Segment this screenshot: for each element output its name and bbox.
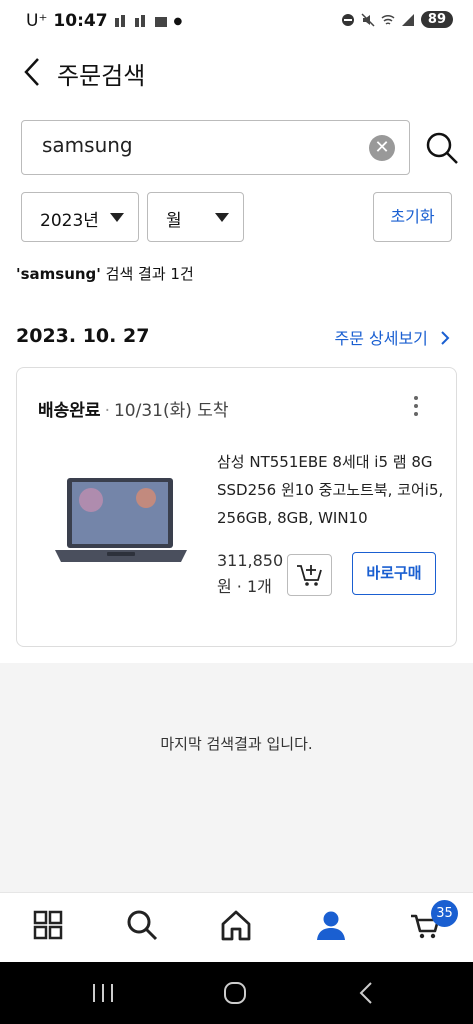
wifi-icon	[381, 14, 395, 25]
back-arrow-icon[interactable]	[18, 55, 48, 89]
cart-plus-icon	[297, 565, 322, 586]
search-keyword: 'samsung'	[16, 265, 101, 283]
chevron-right-icon	[441, 331, 450, 345]
caret-down-icon	[215, 213, 229, 222]
product-price: 311,850	[217, 551, 284, 570]
delivery-status: 배송완료	[38, 401, 101, 421]
bottom-navigation	[0, 892, 473, 962]
close-icon: ✕	[374, 137, 390, 158]
carrier-label: U⁺	[26, 11, 48, 31]
year-dropdown[interactable]: 2023년	[21, 192, 139, 242]
separator-dot: ·	[104, 401, 110, 421]
year-value: 2023년	[40, 211, 99, 231]
more-options-icon[interactable]	[408, 396, 424, 420]
order-card: 배송완료 · 10/31(화) 도착 삼성 NT551EBE 8세대 i5 램 8G…	[16, 367, 457, 647]
results-end-area: 마지막 검색결과 입니다.	[0, 663, 473, 893]
clock: 10:47	[53, 11, 108, 31]
reset-button[interactable]: 초기화	[373, 192, 452, 242]
search-field[interactable]: ✕	[21, 120, 410, 175]
dnd-icon	[341, 13, 354, 26]
notification-icon	[114, 15, 125, 27]
month-value: 월	[166, 211, 182, 231]
category-icon[interactable]	[32, 909, 64, 941]
mail-icon	[154, 17, 167, 27]
cart-count-badge: 35	[431, 900, 458, 927]
notification-icon	[134, 15, 145, 27]
mute-icon	[361, 12, 375, 27]
order-date: 2023. 10. 27	[16, 325, 150, 347]
search-icon[interactable]	[126, 909, 158, 941]
page-title: 주문검색	[57, 62, 146, 90]
delivery-status-line: 배송완료 · 10/31(화) 도착	[38, 396, 229, 421]
month-dropdown[interactable]: 월	[147, 192, 244, 242]
screen: U⁺ 10:47 ● 89 주문검색 ✕ 2023년	[0, 0, 473, 1024]
home-icon[interactable]	[220, 909, 252, 941]
back-button-icon[interactable]	[352, 978, 382, 1008]
caret-down-icon	[110, 213, 124, 222]
order-detail-label: 주문 상세보기	[334, 329, 428, 348]
search-input[interactable]	[42, 133, 342, 157]
laptop-product-image[interactable]	[51, 470, 191, 578]
signal-icon	[401, 13, 414, 26]
result-summary: 'samsung' 검색 결과 1건	[16, 263, 194, 284]
search-icon[interactable]	[424, 130, 460, 166]
dot-indicator: ●	[173, 15, 183, 27]
clear-search-button[interactable]: ✕	[369, 135, 395, 161]
order-detail-link[interactable]: 주문 상세보기	[335, 325, 452, 349]
end-of-results-message: 마지막 검색결과 입니다.	[160, 735, 313, 753]
battery-indicator: 89	[420, 11, 453, 28]
result-count-text: 검색 결과 1건	[100, 265, 194, 283]
product-name[interactable]: 삼성 NT551EBE 8세대 i5 램 8G SSD256 윈10 중고노트북…	[217, 448, 447, 532]
delivery-date: 10/31(화) 도착	[113, 401, 229, 421]
my-page-icon[interactable]	[315, 909, 347, 941]
home-button-icon[interactable]	[220, 978, 250, 1008]
add-to-cart-button[interactable]	[287, 554, 332, 596]
system-navigation-bar	[0, 962, 473, 1024]
price-block: 311,850 원 · 1개	[217, 548, 283, 600]
status-bar: U⁺ 10:47 ● 89	[0, 0, 473, 44]
recent-apps-icon[interactable]	[88, 978, 118, 1008]
price-unit-quantity: 원 · 1개	[217, 577, 272, 596]
buy-now-button[interactable]: 바로구매	[352, 552, 436, 595]
